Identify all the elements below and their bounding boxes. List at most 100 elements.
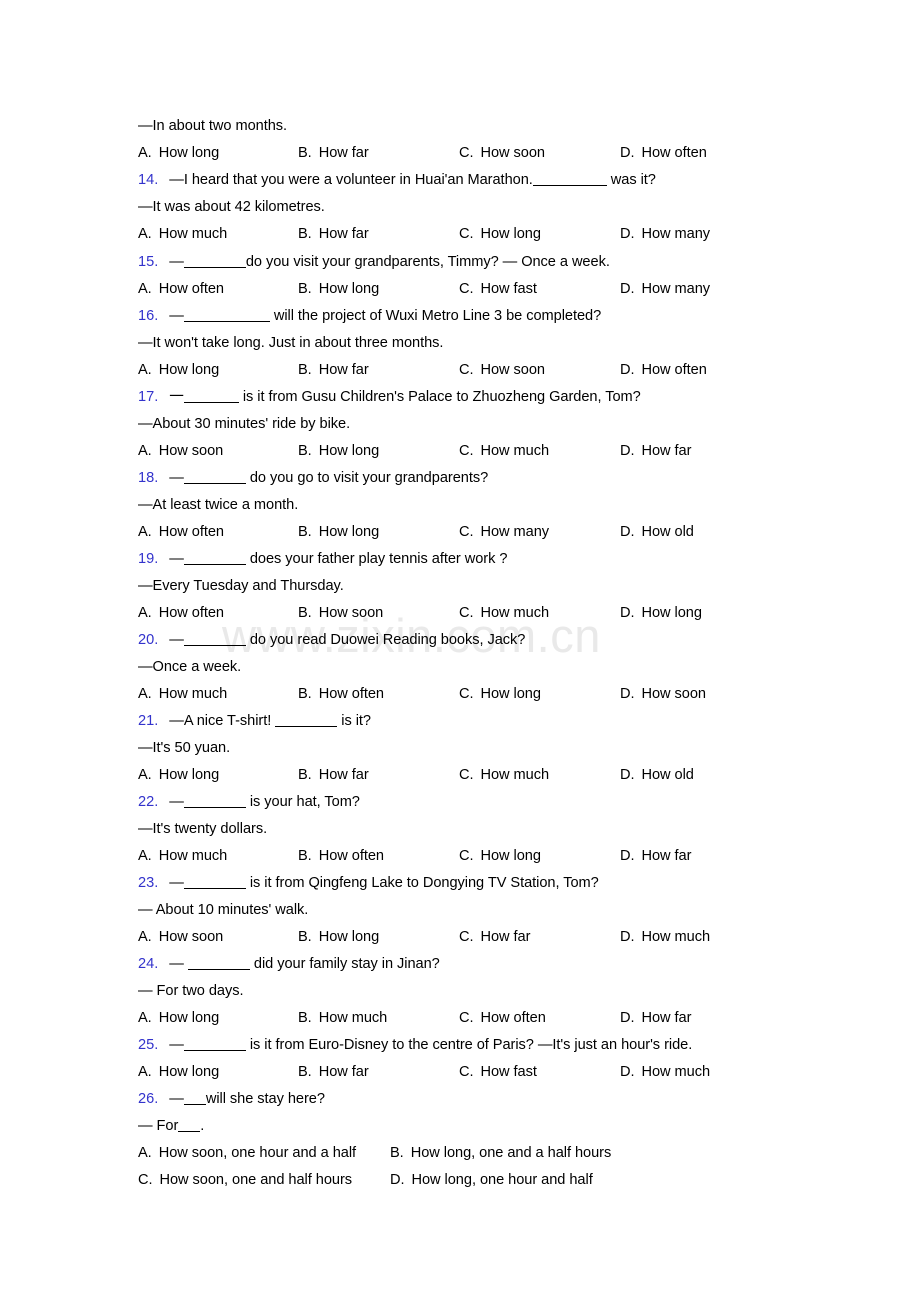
- option-b[interactable]: B. How long: [298, 276, 379, 303]
- option-a[interactable]: A. How soon: [138, 924, 223, 951]
- question-17-stem: 17. 一 is it from Gusu Children's Palace t…: [138, 384, 641, 411]
- option-c-text: How much: [480, 605, 550, 621]
- question-26-number: 26.: [138, 1091, 159, 1107]
- option-a[interactable]: A. How much: [138, 681, 227, 708]
- option-d[interactable]: D. How often: [620, 357, 707, 384]
- option-c[interactable]: C. How many: [459, 519, 549, 546]
- option-d[interactable]: D. How often: [620, 140, 707, 167]
- option-d[interactable]: D. How much: [620, 924, 710, 951]
- answer-blank[interactable]: [183, 310, 270, 322]
- option-d[interactable]: D. How old: [620, 519, 694, 546]
- option-a-label: A.: [138, 281, 152, 297]
- option-a[interactable]: A. How long: [138, 1005, 219, 1032]
- option-a-label: A.: [138, 1145, 152, 1161]
- option-c-label: C.: [459, 524, 474, 540]
- dialogue-answer-line: —In about two months.: [138, 118, 288, 134]
- option-b-text: How soon: [318, 605, 384, 621]
- option-b[interactable]: B. How far: [298, 1059, 369, 1086]
- option-c[interactable]: C. How soon: [459, 140, 545, 167]
- answer-blank[interactable]: [275, 715, 338, 727]
- answer-blank[interactable]: [187, 958, 250, 970]
- option-d[interactable]: D. How many: [620, 221, 710, 248]
- question-25-pre: —: [169, 1037, 184, 1053]
- answer-blank[interactable]: [183, 877, 246, 889]
- answer-blank[interactable]: [183, 1093, 206, 1105]
- option-a[interactable]: A. How often: [138, 600, 224, 627]
- option-b[interactable]: B. How long, one and a half hours: [390, 1140, 611, 1167]
- option-a-text: How often: [158, 605, 224, 621]
- option-c[interactable]: C. How long: [459, 221, 541, 248]
- option-d[interactable]: D. How long: [620, 600, 702, 627]
- option-c[interactable]: C. How often: [459, 1005, 546, 1032]
- option-b[interactable]: B. How long: [298, 438, 379, 465]
- option-d[interactable]: D. How far: [620, 438, 691, 465]
- option-c-label: C.: [459, 605, 474, 621]
- answer-blank[interactable]: [178, 1120, 201, 1132]
- option-a[interactable]: A. How soon: [138, 438, 223, 465]
- option-c[interactable]: C. How fast: [459, 276, 537, 303]
- option-c-text: How long: [480, 226, 542, 242]
- option-d[interactable]: D. How long, one hour and half: [390, 1167, 593, 1194]
- option-b[interactable]: B. How long: [298, 519, 379, 546]
- option-d[interactable]: D. How much: [620, 1059, 710, 1086]
- option-c[interactable]: C. How soon, one and half hours: [138, 1167, 352, 1194]
- option-b[interactable]: B. How often: [298, 681, 384, 708]
- option-b[interactable]: B. How soon: [298, 600, 383, 627]
- option-d[interactable]: D. How far: [620, 843, 691, 870]
- option-a[interactable]: A. How long: [138, 1059, 219, 1086]
- option-a[interactable]: A. How often: [138, 519, 224, 546]
- option-c[interactable]: C. How soon: [459, 357, 545, 384]
- question-25-stem: 25. — is it from Euro-Disney to the centr…: [138, 1032, 692, 1059]
- question-23-answer: — About 10 minutes' walk.: [138, 902, 309, 918]
- answer-blank[interactable]: [183, 796, 246, 808]
- answer-blank[interactable]: [183, 472, 246, 484]
- option-c[interactable]: C. How long: [459, 843, 541, 870]
- option-a[interactable]: A. How much: [138, 843, 227, 870]
- option-a[interactable]: A. How long: [138, 357, 219, 384]
- option-c[interactable]: C. How much: [459, 438, 549, 465]
- question-22-post: is your hat, Tom?: [249, 794, 360, 810]
- answer-blank[interactable]: [183, 634, 246, 646]
- option-c-label: C.: [459, 362, 474, 378]
- option-a-label: A.: [138, 1010, 152, 1026]
- option-b-label: B.: [298, 1010, 312, 1026]
- option-a[interactable]: A. How soon, one hour and a half: [138, 1140, 356, 1167]
- option-c[interactable]: C. How fast: [459, 1059, 537, 1086]
- option-b[interactable]: B. How far: [298, 357, 369, 384]
- option-b[interactable]: B. How long: [298, 924, 379, 951]
- option-a-label: A.: [138, 767, 152, 783]
- option-d[interactable]: D. How many: [620, 276, 710, 303]
- option-d-label: D.: [620, 1064, 635, 1080]
- option-c[interactable]: C. How much: [459, 762, 549, 789]
- option-c-text: How long: [480, 848, 542, 864]
- option-d[interactable]: D. How old: [620, 762, 694, 789]
- option-b[interactable]: B. How far: [298, 221, 369, 248]
- option-d[interactable]: D. How soon: [620, 681, 706, 708]
- option-d[interactable]: D. How far: [620, 1005, 691, 1032]
- option-b[interactable]: B. How far: [298, 140, 369, 167]
- option-a[interactable]: A. How long: [138, 140, 219, 167]
- option-a[interactable]: A. How often: [138, 276, 224, 303]
- option-b[interactable]: B. How often: [298, 843, 384, 870]
- option-a[interactable]: A. How much: [138, 221, 227, 248]
- option-c-text: How many: [480, 524, 550, 540]
- option-c[interactable]: C. How much: [459, 600, 549, 627]
- question-15-post: do you visit your grandparents, Timmy? —…: [245, 254, 610, 270]
- answer-blank[interactable]: [183, 553, 246, 565]
- option-b[interactable]: B. How far: [298, 762, 369, 789]
- question-20-post: do you read Duowei Reading books, Jack?: [249, 632, 526, 648]
- answer-blank[interactable]: [183, 256, 246, 268]
- question-19-number: 19.: [138, 551, 159, 567]
- option-d-text: How much: [641, 1064, 711, 1080]
- answer-blank[interactable]: [183, 391, 239, 403]
- answer-blank[interactable]: [532, 174, 607, 186]
- option-d-text: How long: [641, 605, 703, 621]
- question-18-answer: —At least twice a month.: [138, 497, 299, 513]
- option-c[interactable]: C. How long: [459, 681, 541, 708]
- option-a[interactable]: A. How long: [138, 762, 219, 789]
- answer-blank[interactable]: [183, 1039, 246, 1051]
- option-a-label: A.: [138, 686, 152, 702]
- option-b[interactable]: B. How much: [298, 1005, 387, 1032]
- option-c[interactable]: C. How far: [459, 924, 530, 951]
- question-15-number: 15.: [138, 254, 159, 270]
